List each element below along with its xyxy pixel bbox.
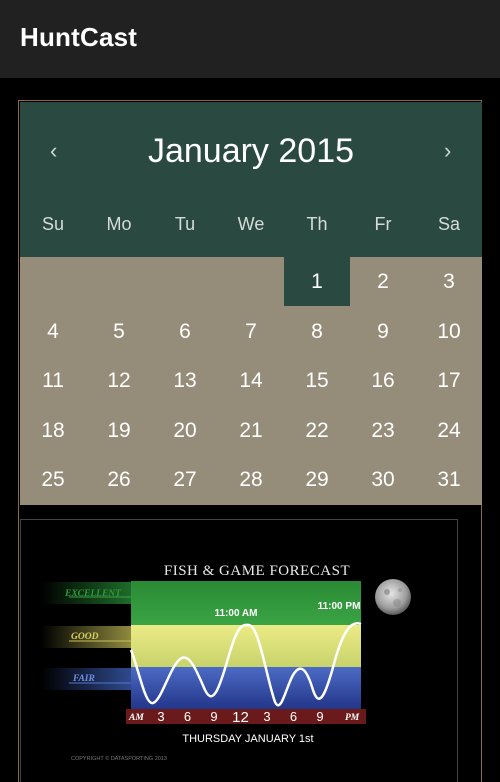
calendar-day[interactable]: 18: [20, 406, 86, 455]
level-good-label: GOOD: [71, 632, 99, 642]
calendar-day[interactable]: 21: [218, 406, 284, 455]
axis-tick-label: 3: [157, 709, 164, 724]
calendar-day[interactable]: 25: [20, 455, 86, 504]
calendar-header: ‹ January 2015 ›: [20, 102, 482, 196]
weekday-label: Su: [41, 214, 65, 234]
weekday-label: Tu: [174, 214, 196, 234]
calendar-day[interactable]: 22: [284, 406, 350, 455]
weekday-label: Mo: [106, 214, 132, 234]
axis-pm-label: PM: [345, 713, 360, 723]
calendar-day[interactable]: 24: [416, 406, 482, 455]
moon-phase-icon: [375, 579, 411, 615]
weekday-label: Fr: [374, 214, 392, 234]
app-bar: HuntCast: [0, 0, 500, 78]
calendar-day[interactable]: 5: [86, 307, 152, 356]
axis-tick-label: 3: [263, 709, 270, 724]
calendar-day[interactable]: 3: [416, 257, 482, 306]
calendar-day[interactable]: 26: [86, 455, 152, 504]
calendar-day[interactable]: 11: [20, 356, 86, 405]
calendar-day[interactable]: 4: [20, 307, 86, 356]
weekday-header-row: Su Mo Tu We Th Fr Sa: [20, 196, 482, 257]
calendar-day[interactable]: 17: [416, 356, 482, 405]
calendar-day[interactable]: 28: [218, 455, 284, 504]
axis-tick-label: 6: [184, 709, 191, 724]
calendar-day[interactable]: 7: [218, 307, 284, 356]
calendar-day[interactable]: 20: [152, 406, 218, 455]
forecast-chart: FISH & GAME FORECAST EXCELLENT GOOD FAIR…: [41, 563, 411, 762]
forecast-title: FISH & GAME FORECAST: [164, 563, 350, 579]
calendar-day[interactable]: 16: [350, 356, 416, 405]
calendar-day[interactable]: 10: [416, 307, 482, 356]
fish-game-forecast-panel: FISH & GAME FORECAST EXCELLENT GOOD FAIR…: [20, 519, 458, 782]
axis-am-label: AM: [128, 713, 144, 723]
content-frame: ‹ January 2015 › Su Mo Tu We Th Fr Sa 12345678…: [18, 100, 482, 782]
axis-tick-label: 6: [290, 709, 297, 724]
calendar-day[interactable]: 27: [152, 455, 218, 504]
weekday-label: We: [237, 214, 265, 234]
calendar-day[interactable]: 8: [284, 307, 350, 356]
calendar-day[interactable]: 2: [350, 257, 416, 306]
calendar-day[interactable]: 30: [350, 455, 416, 504]
month-label: January 2015: [147, 132, 355, 170]
calendar-day[interactable]: 15: [284, 356, 350, 405]
axis-tick-label: 9: [316, 709, 323, 724]
axis-tick-label: 12: [232, 709, 249, 726]
calendar-day[interactable]: 13: [152, 356, 218, 405]
calendar-day[interactable]: 9: [350, 307, 416, 356]
level-excellent-label: EXCELLENT: [64, 589, 122, 599]
calendar-day-grid: 1 2 3 4 5 6 7 8 9 10 11 12 13 14 15 16 17 18 19 20 21 22 23 24 2…: [20, 257, 482, 505]
calendar-day[interactable]: 31: [416, 455, 482, 504]
calendar-day[interactable]: 12: [86, 356, 152, 405]
calendar-day[interactable]: 23: [350, 406, 416, 455]
next-month-button[interactable]: ›: [444, 138, 451, 164]
weekday-label: Th: [306, 214, 328, 234]
peak-pm-label: 11:00 PM: [318, 601, 361, 612]
calendar-day[interactable]: 29: [284, 455, 350, 504]
peak-am-label: 11:00 AM: [215, 608, 258, 619]
app-title: HuntCast: [20, 22, 138, 52]
copyright-label: COPYRIGHT © DATASPORTING 2013: [71, 755, 167, 762]
weekday-label: Sa: [437, 214, 461, 234]
calendar-day-selected[interactable]: 1: [284, 257, 350, 306]
zone-good: [131, 625, 361, 667]
axis-tick-label: 9: [210, 709, 217, 724]
level-fair-label: FAIR: [72, 674, 95, 684]
forecast-date-label: THURSDAY JANUARY 1st: [182, 733, 313, 745]
calendar-day[interactable]: 14: [218, 356, 284, 405]
calendar-day[interactable]: 19: [86, 406, 152, 455]
calendar-day[interactable]: 6: [152, 307, 218, 356]
